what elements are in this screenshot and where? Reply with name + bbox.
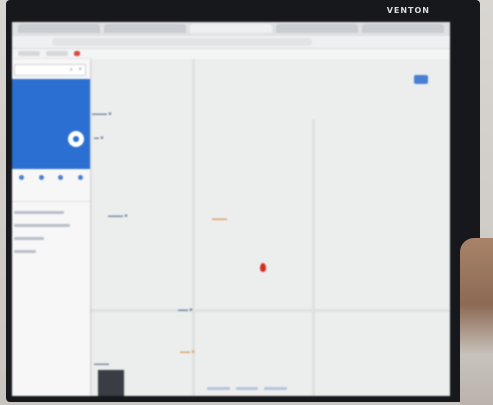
map-control-button[interactable] <box>414 75 428 84</box>
action-save[interactable] <box>14 172 30 198</box>
action-nearby[interactable] <box>33 172 49 198</box>
bookmark-item[interactable] <box>74 51 80 56</box>
map-road <box>90 309 450 312</box>
browser-tab[interactable] <box>104 24 186 33</box>
panel-divider <box>12 201 90 202</box>
action-share[interactable] <box>72 172 88 198</box>
directions-button[interactable] <box>68 131 84 147</box>
bookmarks-bar <box>12 49 450 59</box>
browser-tab-strip <box>12 22 450 36</box>
address-bar[interactable] <box>12 36 450 49</box>
browser-tab[interactable] <box>18 24 100 33</box>
place-header <box>12 79 90 169</box>
monitor-screen: ▬▬▬ ■ ▬ ■ ▬▬▬ ■ ▬▬▬ ▬▬ ■ ▬▬ ■ ▬▬▬ ⌕ × <box>12 22 450 396</box>
map-road <box>312 119 315 396</box>
map-pin-icon[interactable] <box>260 263 266 272</box>
map-footer <box>207 387 288 393</box>
map-place-label: ▬▬▬ ■ <box>92 111 112 117</box>
map-place-label: ▬▬ ■ <box>180 349 195 355</box>
bookmark-item[interactable] <box>46 51 68 56</box>
photo-background: VENTON ▬▬▬ ■ ▬ ■ ▬▬▬ ■ ▬▬▬ ▬▬ ■ ▬▬ ■ ▬▬▬… <box>0 0 493 405</box>
place-info-line <box>14 237 44 240</box>
nearby-icon <box>38 175 44 180</box>
map-place-label: ▬ ■ <box>94 135 104 141</box>
share-icon <box>77 175 83 180</box>
map-footer-item[interactable] <box>264 387 288 390</box>
search-icon[interactable]: ⌕ <box>70 67 73 74</box>
url-field[interactable] <box>52 38 312 46</box>
map-place-label: ▬▬▬ <box>212 216 227 222</box>
map-place-label: ▬▬▬ ■ <box>108 213 128 219</box>
browser-tab[interactable] <box>362 24 444 33</box>
map-footer-item[interactable] <box>207 387 230 390</box>
browser-tab[interactable] <box>276 24 358 33</box>
map-place-label: ▬▬▬ <box>94 361 109 367</box>
phone-icon <box>58 175 64 180</box>
bookmark-item[interactable] <box>18 51 40 56</box>
action-send[interactable] <box>53 172 69 198</box>
browser-tab-active[interactable] <box>190 24 272 33</box>
place-info-line <box>14 211 64 214</box>
place-side-panel: ⌕ × <box>12 59 90 396</box>
satellite-layer-toggle[interactable] <box>97 369 125 396</box>
person-partial <box>460 238 493 405</box>
map-road <box>192 59 195 396</box>
bookmark-icon <box>19 175 25 180</box>
place-actions <box>12 172 90 198</box>
place-info-line <box>14 224 70 227</box>
close-icon[interactable]: × <box>78 67 82 73</box>
search-input[interactable]: ⌕ × <box>14 64 86 76</box>
map-place-label: ▬▬ ■ <box>178 307 193 313</box>
monitor-brand-logo: VENTON <box>386 6 430 15</box>
place-info-line <box>14 250 36 253</box>
map-footer-item[interactable] <box>235 387 259 390</box>
